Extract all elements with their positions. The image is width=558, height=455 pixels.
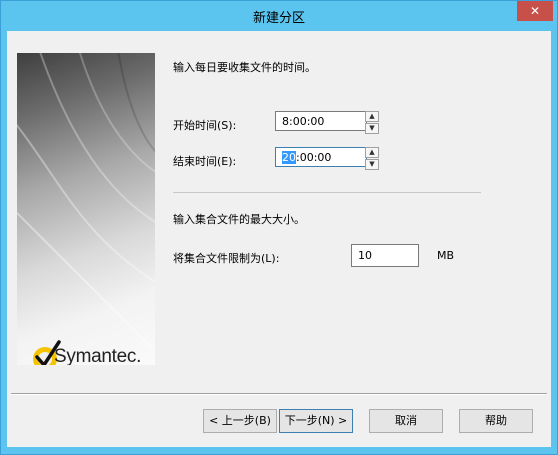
chevron-up-icon[interactable]: ▲ <box>365 147 379 158</box>
close-button[interactable]: ✕ <box>517 1 553 21</box>
start-time-spinner[interactable]: ▲ ▼ <box>365 111 379 134</box>
end-time-spinner[interactable]: ▲ ▼ <box>365 147 379 170</box>
chevron-down-icon[interactable]: ▼ <box>365 159 379 170</box>
limit-unit: MB <box>437 249 455 262</box>
section-divider <box>173 192 481 193</box>
close-icon: ✕ <box>529 4 541 18</box>
next-button[interactable]: 下一步(N) > <box>279 409 353 433</box>
start-time-value: 8:00:00 <box>282 115 325 128</box>
chevron-down-icon[interactable]: ▼ <box>365 123 379 134</box>
limit-size-value: 10 <box>358 249 372 262</box>
cancel-button[interactable]: 取消 <box>369 409 443 433</box>
title-bar[interactable]: 新建分区 ✕ <box>1 1 557 31</box>
decorative-waves <box>17 53 155 353</box>
window-title: 新建分区 <box>252 11 305 26</box>
end-time-value: 20:00:00 <box>282 151 332 164</box>
limit-size-input[interactable]: 10 <box>351 244 419 267</box>
brand-panel: Symantec. <box>17 53 155 365</box>
limit-label: 将集合文件限制为(L): <box>173 252 280 265</box>
start-time-input[interactable]: 8:00:00 <box>275 111 367 131</box>
end-time-selected-hour: 20 <box>282 151 296 164</box>
intro-text: 输入每日要收集文件的时间。 <box>173 61 316 74</box>
footer-divider <box>11 393 547 395</box>
end-time-input[interactable]: 20:00:00 <box>275 147 367 167</box>
chevron-up-icon[interactable]: ▲ <box>365 111 379 122</box>
back-button[interactable]: < 上一步(B) <box>203 409 277 433</box>
size-section-text: 输入集合文件的最大大小。 <box>173 213 305 226</box>
start-time-label: 开始时间(S): <box>173 119 237 132</box>
end-time-label: 结束时间(E): <box>173 155 237 168</box>
help-button[interactable]: 帮助 <box>459 409 533 433</box>
wizard-window: 新建分区 ✕ Symantec. 输入每日要收集文件的时间。 开始时间(S): … <box>0 0 558 455</box>
brand-name: Symantec. <box>54 346 142 365</box>
wizard-body: Symantec. 输入每日要收集文件的时间。 开始时间(S): 8:00:00… <box>7 31 551 447</box>
symantec-logo: Symantec. <box>31 340 153 365</box>
